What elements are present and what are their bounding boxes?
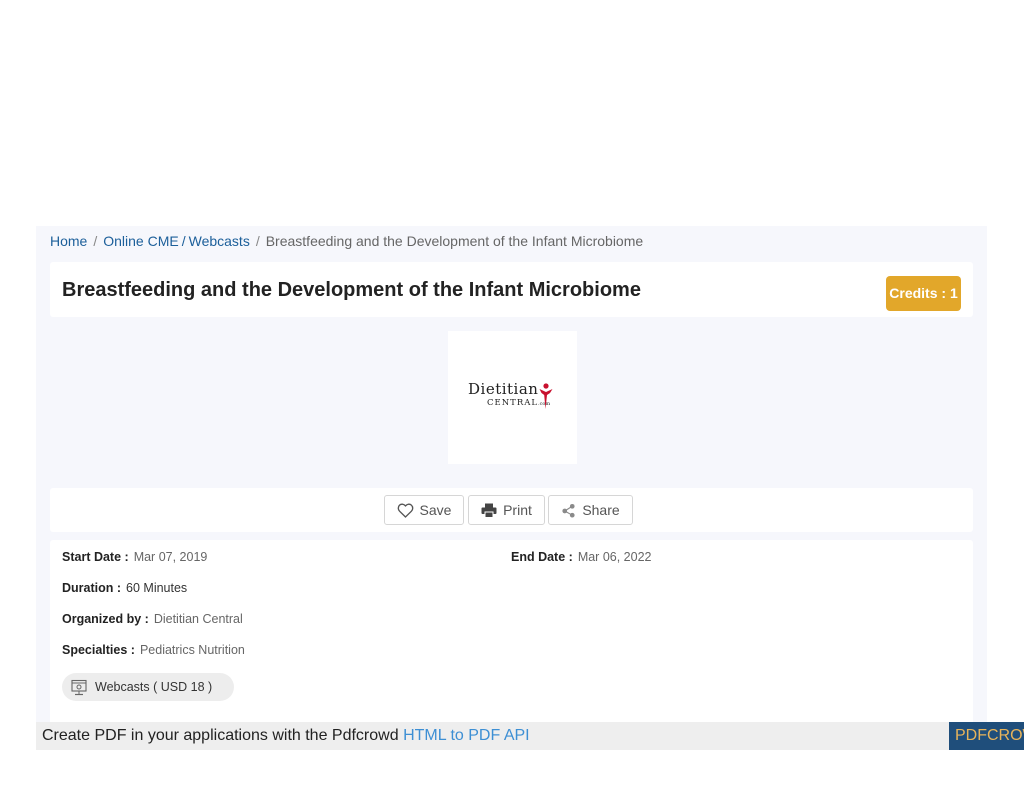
heart-icon: [397, 503, 413, 518]
printer-icon: [481, 503, 497, 518]
organizer-row: Organized by : Dietitian Central: [62, 611, 243, 627]
print-button[interactable]: Print: [468, 495, 545, 525]
breadcrumb-separator: /: [255, 233, 260, 249]
breadcrumb-separator: /: [93, 233, 98, 249]
html-to-pdf-api-link[interactable]: HTML to PDF API: [403, 727, 530, 744]
webcast-price-chip[interactable]: Webcasts ( USD 18 ): [62, 673, 234, 701]
end-date-value: Mar 06, 2022: [577, 550, 652, 564]
webcast-price-label: Webcasts ( USD 18 ): [95, 680, 213, 694]
duration-row: Duration : 60 Minutes: [62, 580, 187, 596]
breadcrumb-online-cme-link[interactable]: Online CME: [103, 233, 178, 249]
pdf-banner-text: Create PDF in your applications with the…: [42, 727, 530, 745]
logo-sub-text: CENTRAL: [487, 398, 538, 408]
organizer-logo: Dietitian CENTRAL.com: [448, 331, 577, 464]
share-icon: [562, 503, 575, 518]
breadcrumb-separator: /: [181, 233, 186, 249]
specialties-label: Specialties :: [62, 643, 135, 657]
course-details: Start Date : Mar 07, 2019 End Date : Mar 0…: [50, 540, 973, 722]
page-title: Breastfeeding and the Development of the…: [62, 279, 641, 301]
credits-badge: Credits : 1: [886, 276, 961, 311]
organizer-value: Dietitian Central: [153, 612, 243, 626]
print-label: Print: [503, 502, 532, 518]
webcast-icon: [71, 679, 87, 695]
pdf-banner-message: Create PDF in your applications with the…: [42, 727, 399, 744]
specialties-row: Specialties : Pediatrics Nutrition: [62, 642, 245, 658]
organizer-label: Organized by :: [62, 612, 149, 626]
save-button[interactable]: Save: [384, 495, 464, 525]
breadcrumb-webcasts-link[interactable]: Webcasts: [189, 233, 250, 249]
end-date-label: End Date :: [511, 550, 573, 564]
start-date-value: Mar 07, 2019: [133, 550, 208, 564]
pdf-banner: Create PDF in your applications with the…: [36, 722, 1024, 750]
share-label: Share: [582, 502, 620, 518]
start-date-row: Start Date : Mar 07, 2019: [62, 549, 207, 565]
heart-person-icon: [539, 383, 553, 409]
duration-label: Duration :: [62, 581, 122, 595]
share-button[interactable]: Share: [548, 495, 633, 525]
end-date-row: End Date : Mar 06, 2022: [511, 549, 651, 565]
pdfcrowd-brand-link[interactable]: PDFCROWD: [949, 722, 1024, 750]
breadcrumb-current: Breastfeeding and the Development of the…: [265, 233, 644, 249]
breadcrumb-home-link[interactable]: Home: [50, 233, 87, 249]
specialties-value: Pediatrics Nutrition: [139, 643, 245, 657]
title-card: Breastfeeding and the Development of the…: [50, 262, 973, 317]
start-date-label: Start Date :: [62, 550, 129, 564]
duration-value: 60 Minutes: [126, 581, 188, 595]
breadcrumb: Home / Online CME / Webcasts / Breastfeeding a…: [50, 232, 643, 250]
actions-bar: Save Print Share: [50, 488, 973, 532]
save-label: Save: [419, 502, 452, 518]
